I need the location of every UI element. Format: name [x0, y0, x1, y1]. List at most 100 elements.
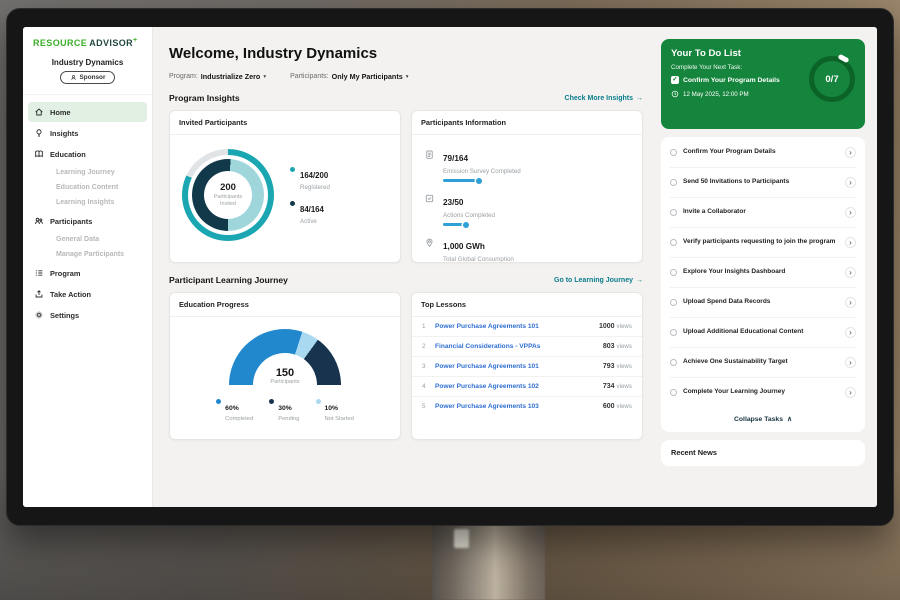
- task-row-complete-learning-journey[interactable]: Complete Your Learning Journey ›: [670, 378, 856, 407]
- donut-center-label: Participants Invited: [210, 194, 246, 208]
- task-label: Upload Additional Educational Content: [683, 328, 839, 336]
- views-suffix: views: [617, 323, 632, 330]
- registered-dot: [290, 167, 295, 172]
- sidebar-item-education-content[interactable]: Education Content: [28, 180, 147, 195]
- task-row-verify-participants[interactable]: Verify participants requesting to join t…: [670, 228, 856, 258]
- lesson-link[interactable]: Power Purchase Agreements 102: [435, 383, 603, 390]
- task-checkbox[interactable]: [670, 329, 677, 336]
- chevron-down-icon: ▾: [263, 74, 266, 80]
- content-area: Welcome, Industry Dynamics Program: Indu…: [153, 27, 877, 507]
- sidebar-item-learning-journey[interactable]: Learning Journey: [28, 165, 147, 180]
- progress-bar: [443, 179, 521, 182]
- task-checkbox[interactable]: [670, 149, 677, 156]
- views-suffix: views: [617, 403, 632, 410]
- card-title: Participants Information: [412, 111, 642, 135]
- chevron-right-icon[interactable]: ›: [845, 177, 856, 188]
- desk-background: RESOURCEADVISOR+ Industry Dynamics Spons…: [0, 0, 900, 600]
- task-checkbox[interactable]: [670, 389, 677, 396]
- task-checkbox[interactable]: [670, 239, 677, 246]
- lesson-views: 734: [603, 383, 615, 390]
- task-row-confirm-program[interactable]: Confirm Your Program Details ›: [670, 138, 856, 168]
- sidebar-item-insights[interactable]: Insights: [28, 123, 147, 143]
- task-row-achieve-target[interactable]: Achieve One Sustainability Target ›: [670, 348, 856, 378]
- lesson-row: 4 Power Purchase Agreements 102 734views: [412, 377, 642, 397]
- donut-center: 200 Participants Invited: [204, 171, 252, 219]
- legend-item-not-started: 10% Not Started: [316, 397, 354, 422]
- lesson-link[interactable]: Power Purchase Agreements 101: [435, 323, 599, 330]
- task-row-explore-insights[interactable]: Explore Your Insights Dashboard ›: [670, 258, 856, 288]
- task-checkbox[interactable]: [670, 209, 677, 216]
- sponsor-badge[interactable]: Sponsor: [60, 71, 116, 84]
- chevron-right-icon[interactable]: ›: [845, 357, 856, 368]
- sidebar-item-label: Program: [50, 269, 80, 278]
- task-checkbox[interactable]: [670, 269, 677, 276]
- sidebar-item-manage-participants[interactable]: Manage Participants: [28, 247, 147, 262]
- card-title: Education Progress: [170, 293, 400, 317]
- chevron-right-icon[interactable]: ›: [845, 207, 856, 218]
- lesson-views: 793: [603, 363, 615, 370]
- emission-survey-row: 79/164 Emission Survey Completed: [424, 143, 630, 187]
- task-row-upload-educational-content[interactable]: Upload Additional Educational Content ›: [670, 318, 856, 348]
- legend-pct: 30%: [278, 405, 292, 412]
- page-title: Welcome, Industry Dynamics: [169, 45, 643, 62]
- lesson-link[interactable]: Power Purchase Agreements 101: [435, 363, 603, 370]
- recent-news-title: Recent News: [671, 448, 717, 457]
- go-to-learning-journey-link[interactable]: Go to Learning Journey →: [554, 277, 643, 284]
- lesson-views: 600: [603, 403, 615, 410]
- lesson-link[interactable]: Power Purchase Agreements 103: [435, 403, 603, 410]
- pending-dot: [269, 399, 274, 404]
- lesson-rank: 2: [422, 343, 435, 350]
- chevron-right-icon[interactable]: ›: [845, 267, 856, 278]
- card-title: Top Lessons: [412, 293, 642, 317]
- task-row-upload-spend-data[interactable]: Upload Spend Data Records ›: [670, 288, 856, 318]
- lesson-rank: 1: [422, 323, 435, 330]
- collapse-label: Collapse Tasks: [734, 416, 783, 423]
- sponsor-badge-label: Sponsor: [80, 74, 106, 81]
- sidebar-item-participants[interactable]: Participants: [28, 211, 147, 231]
- todo-panel: Your To Do List Complete Your Next Task:…: [655, 27, 877, 507]
- program-dropdown[interactable]: Program: Industrialize Zero ▾: [169, 72, 266, 81]
- recent-news-card[interactable]: Recent News: [661, 440, 865, 466]
- section-title: Program Insights: [169, 93, 240, 103]
- sidebar-item-home[interactable]: Home: [28, 102, 147, 122]
- legend-item-active: 84/164 Active: [290, 199, 330, 225]
- insights-cards-row: Invited Participants 200 Participants In…: [169, 110, 643, 263]
- chevron-right-icon[interactable]: ›: [845, 297, 856, 308]
- lesson-rank: 3: [422, 363, 435, 370]
- task-row-send-invitations[interactable]: Send 50 Invitations to Participants ›: [670, 168, 856, 198]
- task-checkbox[interactable]: [670, 359, 677, 366]
- chevron-right-icon[interactable]: ›: [845, 387, 856, 398]
- sidebar-item-learning-insights[interactable]: Learning Insights: [28, 195, 147, 210]
- monitor-bezel: RESOURCEADVISOR+ Industry Dynamics Spons…: [6, 8, 894, 526]
- task-checkbox[interactable]: [670, 179, 677, 186]
- lesson-views: 1000: [599, 323, 615, 330]
- sidebar-item-program[interactable]: Program: [28, 263, 147, 283]
- legend-value: 84/164: [300, 205, 324, 214]
- chevron-right-icon[interactable]: ›: [845, 237, 856, 248]
- lightbulb-icon: [34, 128, 44, 138]
- collapse-tasks-button[interactable]: Collapse Tasks ∧: [670, 407, 856, 431]
- org-name: Industry Dynamics: [29, 58, 146, 67]
- gauge-center-label: Participants: [229, 379, 341, 385]
- learning-cards-row: Education Progress 150 Participants: [169, 292, 643, 440]
- participants-dropdown[interactable]: Participants: Only My Participants ▾: [290, 72, 408, 81]
- lesson-rank: 4: [422, 383, 435, 390]
- check-more-insights-link[interactable]: Check More Insights →: [565, 95, 643, 102]
- participants-information-card: Participants Information 79/164 Emission…: [411, 110, 643, 263]
- task-checkbox[interactable]: [670, 299, 677, 306]
- lesson-row: 1 Power Purchase Agreements 101 1000view…: [412, 317, 642, 337]
- progress-bar: [443, 223, 495, 226]
- sidebar-item-take-action[interactable]: Take Action: [28, 284, 147, 304]
- link-label: Check More Insights: [565, 95, 633, 102]
- program-filter-label: Program:: [169, 73, 198, 80]
- task-row-invite-collaborator[interactable]: Invite a Collaborator ›: [670, 198, 856, 228]
- lesson-link[interactable]: Financial Considerations - VPPAs: [435, 343, 603, 350]
- sidebar-item-general-data[interactable]: General Data: [28, 232, 147, 247]
- lesson-row: 2 Financial Considerations - VPPAs 803vi…: [412, 337, 642, 357]
- chevron-right-icon[interactable]: ›: [845, 147, 856, 158]
- chevron-right-icon[interactable]: ›: [845, 327, 856, 338]
- sidebar-item-settings[interactable]: Settings: [28, 305, 147, 325]
- views-suffix: views: [617, 383, 632, 390]
- task-label: Explore Your Insights Dashboard: [683, 268, 839, 276]
- sidebar-item-education[interactable]: Education: [28, 144, 147, 164]
